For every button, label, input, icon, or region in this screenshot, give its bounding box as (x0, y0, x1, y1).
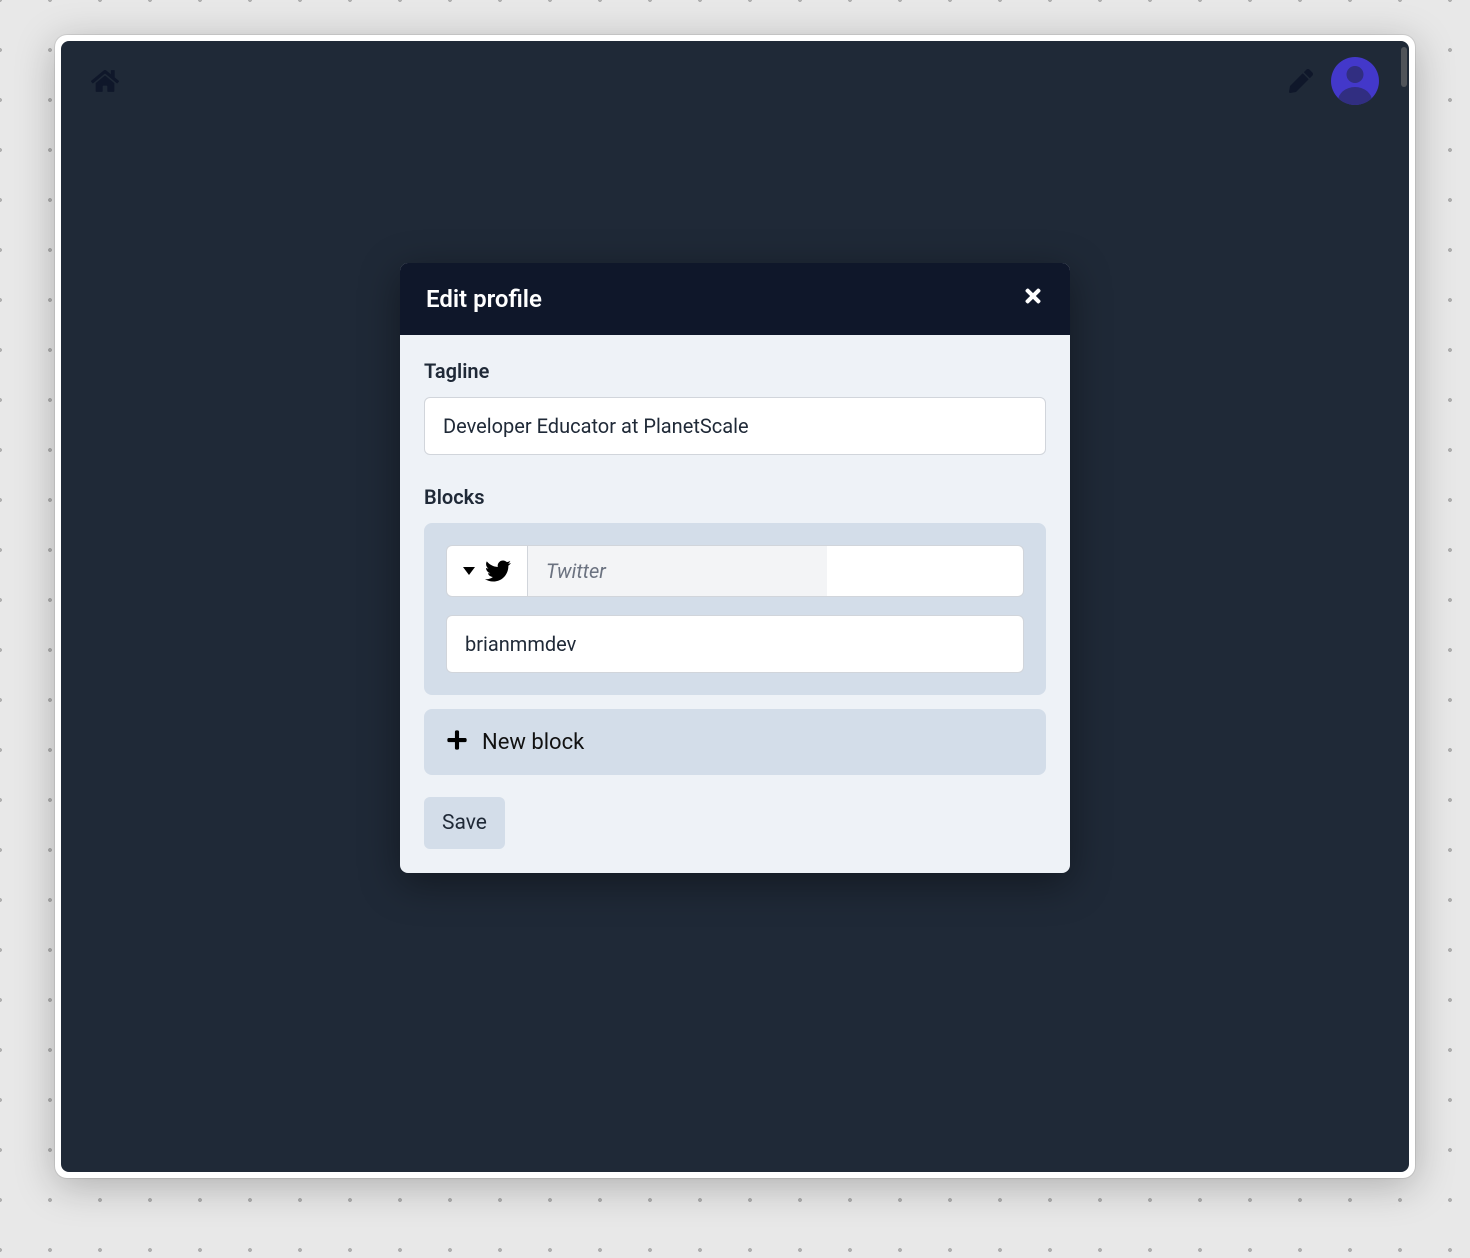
modal-header: Edit profile (400, 263, 1070, 335)
plus-icon (446, 729, 468, 755)
save-button[interactable]: Save (424, 797, 505, 849)
block-type-row: Twitter (446, 545, 1024, 597)
app-surface: Edit profile Tagline Blocks (61, 41, 1409, 1172)
block-value-input[interactable] (446, 615, 1024, 673)
home-icon[interactable] (91, 68, 119, 94)
tagline-label: Tagline (424, 359, 1046, 383)
pencil-icon[interactable] (1289, 69, 1313, 93)
block-item: Twitter (424, 523, 1046, 695)
avatar[interactable] (1331, 57, 1379, 105)
modal-title: Edit profile (426, 285, 542, 313)
block-type-selector[interactable] (446, 545, 527, 597)
topbar-right (1289, 57, 1379, 105)
close-icon[interactable] (1022, 285, 1044, 313)
blocks-label: Blocks (424, 485, 1046, 509)
block-type-spacer (827, 545, 1024, 597)
app-window: Edit profile Tagline Blocks (55, 35, 1415, 1178)
modal-body: Tagline Blocks Twitter (400, 335, 1070, 873)
new-block-button[interactable]: New block (424, 709, 1046, 775)
tagline-input[interactable] (424, 397, 1046, 455)
new-block-label: New block (482, 730, 584, 755)
topbar (61, 41, 1409, 121)
twitter-icon (485, 558, 511, 584)
block-type-label: Twitter (527, 545, 827, 597)
edit-profile-modal: Edit profile Tagline Blocks (400, 263, 1070, 873)
topbar-left (91, 68, 119, 94)
caret-down-icon (463, 567, 475, 575)
